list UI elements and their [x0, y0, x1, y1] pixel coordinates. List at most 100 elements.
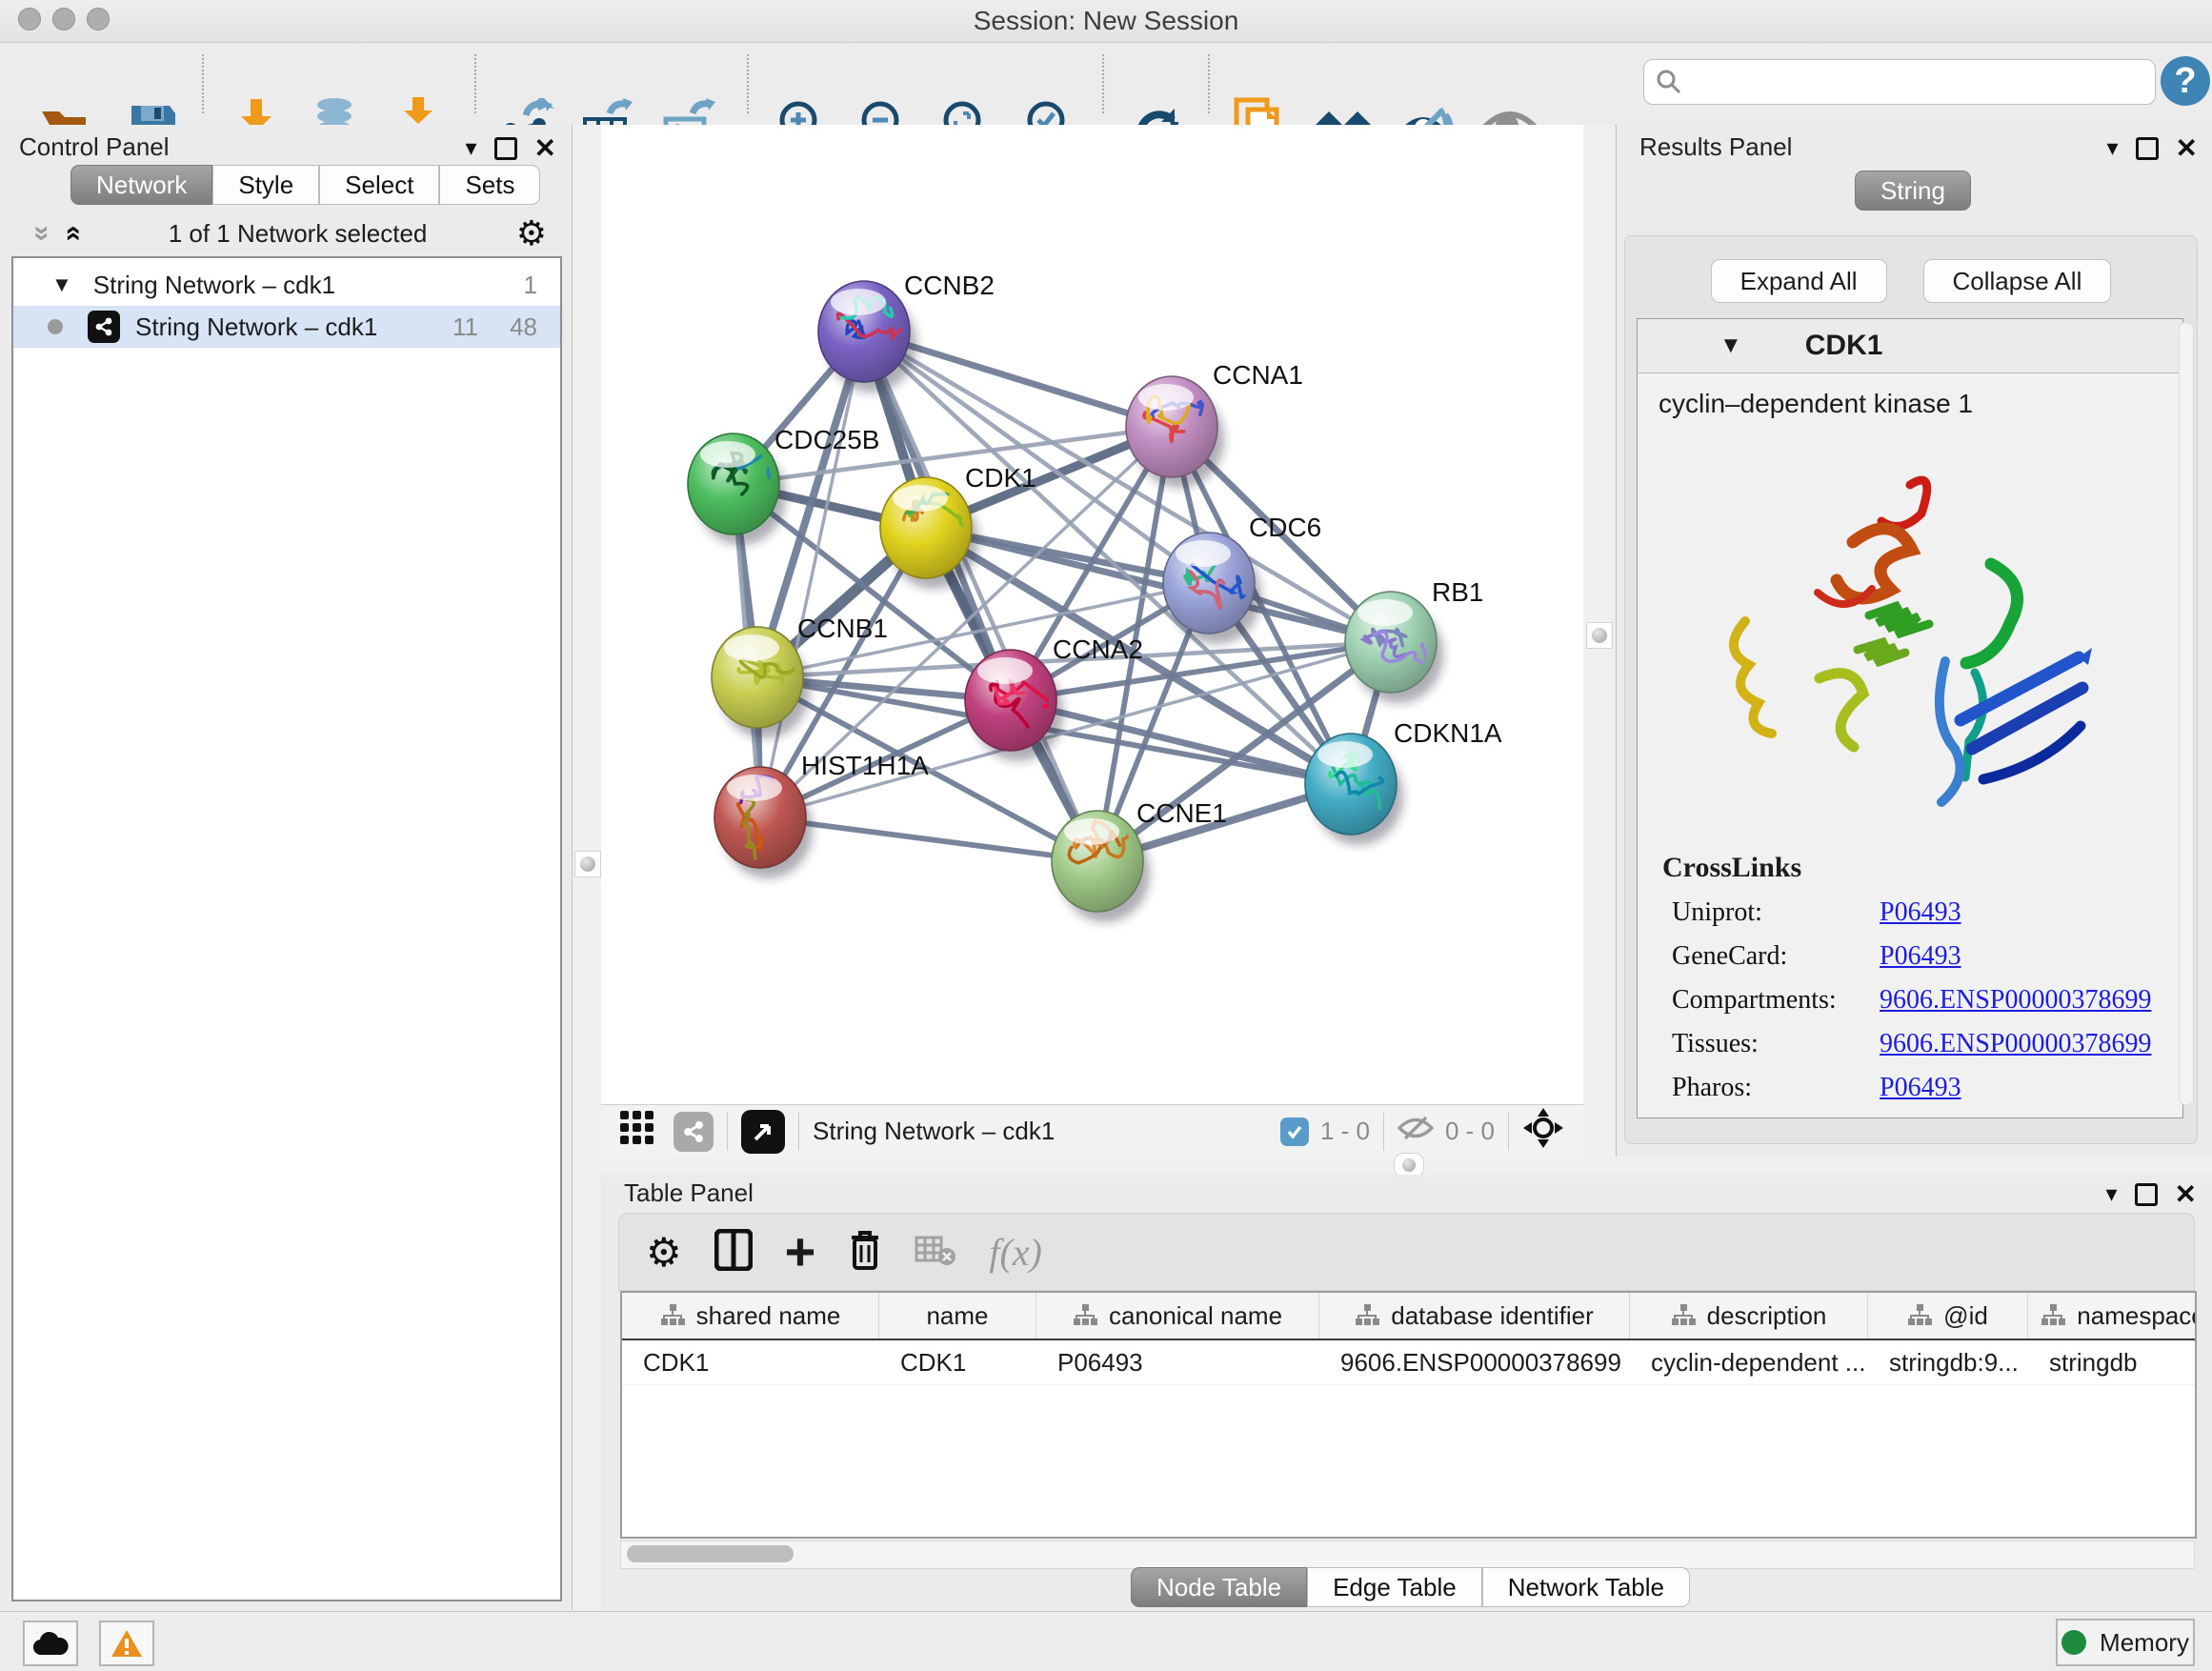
network-node-CCNB2[interactable] — [818, 281, 911, 382]
expand-all-networks-icon[interactable]: » — [55, 226, 88, 242]
right-splitter[interactable] — [1583, 125, 1615, 1157]
add-column-icon[interactable]: + — [785, 1233, 816, 1271]
network-node-CCNA2[interactable] — [965, 650, 1056, 751]
tab-network[interactable]: Network — [70, 165, 212, 205]
network-node-RB1[interactable] — [1345, 592, 1437, 693]
column-header-name[interactable]: name — [879, 1293, 1036, 1339]
column-header-description[interactable]: description — [1630, 1293, 1868, 1339]
node-label-RB1: RB1 — [1432, 577, 1483, 607]
table-options-gear-icon[interactable]: ⚙ — [646, 1229, 682, 1276]
horizontal-splitter[interactable] — [601, 1157, 2212, 1175]
collapse-all-button[interactable]: Collapse All — [1923, 259, 2112, 303]
network-node-CCNE1[interactable] — [1052, 811, 1144, 912]
network-view-mode-icon[interactable] — [674, 1112, 714, 1152]
network-canvas[interactable]: CCNB2CCNA1CDC25BCDK1CDC6RB1CCNB1CCNA2CDK… — [601, 125, 1583, 1104]
crosslink-link[interactable]: 9606.ENSP00000378699 — [1880, 1029, 2151, 1059]
column-header-label: @id — [1943, 1301, 1988, 1331]
tab-select[interactable]: Select — [319, 165, 439, 205]
panel-float-icon[interactable]: ▾ — [2105, 1180, 2117, 1208]
node-label-CDKN1A: CDKN1A — [1394, 718, 1502, 748]
table-cell[interactable]: P06493 — [1036, 1340, 1319, 1384]
delete-column-icon[interactable] — [848, 1228, 882, 1277]
table-cell[interactable]: 9606.ENSP00000378699 — [1319, 1340, 1630, 1384]
tab-style[interactable]: Style — [212, 165, 319, 205]
column-header-shared-name[interactable]: shared name — [622, 1293, 879, 1339]
table-header-row: shared namename canonical name database id… — [622, 1293, 2195, 1340]
tab-node-table[interactable]: Node Table — [1131, 1567, 1307, 1607]
selected-checkbox-icon[interactable] — [1280, 1117, 1309, 1146]
statusbar-separator — [798, 1113, 799, 1151]
shared-column-icon — [1355, 1303, 1379, 1328]
cloud-status-icon[interactable] — [23, 1621, 78, 1666]
table-hscrollbar[interactable] — [620, 1540, 2195, 1569]
main-toolbar: ? — [0, 43, 2212, 126]
table-row[interactable]: CDK1CDK1P064939606.ENSP00000378699cyclin… — [622, 1340, 2195, 1385]
expand-all-button[interactable]: Expand All — [1711, 259, 1887, 303]
table-cell[interactable]: cyclin-dependent ... — [1630, 1340, 1868, 1384]
warning-icon[interactable] — [99, 1621, 154, 1666]
toolbar-separator — [474, 54, 476, 113]
detach-view-icon[interactable] — [741, 1110, 785, 1154]
network-node-CCNB1[interactable] — [712, 627, 804, 728]
network-view-toolbar: String Network – cdk1 1 - 0 0 - 0 — [601, 1104, 1583, 1158]
column-header--id[interactable]: @id — [1868, 1293, 2028, 1339]
crosslink-link[interactable]: 9606.ENSP00000378699 — [1880, 985, 2151, 1016]
left-splitter[interactable] — [573, 125, 601, 1610]
network-node-CCNA1[interactable] — [1126, 376, 1217, 477]
memory-button[interactable]: Memory — [2056, 1619, 2195, 1666]
network-node-HIST1H1A[interactable] — [714, 767, 806, 868]
crosslink-link[interactable]: P06493 — [1880, 941, 1961, 972]
results-scrollbar[interactable] — [2179, 322, 2194, 1105]
toolbar-separator — [747, 54, 749, 113]
node-label-HIST1H1A: HIST1H1A — [801, 751, 929, 780]
titlebar: Session: New Session — [0, 0, 2212, 43]
network-collection-row[interactable]: ▼ String Network – cdk1 1 — [13, 264, 560, 306]
network-options-gear-icon[interactable]: ⚙ — [516, 213, 547, 253]
panel-close-icon[interactable]: ✕ — [2175, 1178, 2197, 1210]
network-node-CDC6[interactable] — [1163, 533, 1255, 634]
panel-close-icon[interactable]: ✕ — [2176, 132, 2198, 164]
birds-eye-toggle-icon[interactable] — [1522, 1107, 1564, 1156]
hidden-eye-icon[interactable] — [1398, 1114, 1434, 1149]
table-toolbar: ⚙ + f(x) — [618, 1213, 2195, 1291]
table-cell[interactable]: CDK1 — [879, 1340, 1036, 1384]
right-splitter-grip[interactable] — [1586, 622, 1613, 649]
panel-maximize-icon[interactable] — [494, 137, 517, 160]
grid-mode-icon[interactable] — [618, 1109, 656, 1154]
network-row-selected[interactable]: String Network – cdk1 11 48 — [13, 306, 560, 348]
function-builder-icon[interactable]: f(x) — [989, 1230, 1042, 1275]
crosslink-link[interactable]: P06493 — [1880, 1073, 1961, 1103]
crosslink-link[interactable]: P06493 — [1880, 897, 1961, 928]
panel-maximize-icon[interactable] — [2136, 137, 2159, 160]
help-icon[interactable]: ? — [2161, 56, 2210, 106]
collection-label: String Network – cdk1 — [93, 271, 335, 300]
delete-table-icon[interactable] — [915, 1234, 956, 1271]
search-input[interactable] — [1692, 67, 2143, 98]
left-splitter-grip[interactable] — [574, 851, 601, 877]
panel-float-icon[interactable]: ▾ — [465, 134, 476, 162]
protein-collapse-icon[interactable]: ▼ — [1719, 332, 1742, 359]
tab-sets[interactable]: Sets — [439, 165, 540, 205]
network-node-CDKN1A[interactable] — [1305, 734, 1397, 835]
panel-close-icon[interactable]: ✕ — [534, 132, 556, 164]
column-header-canonical-name[interactable]: canonical name — [1036, 1293, 1319, 1339]
collection-expand-icon[interactable]: ▼ — [51, 272, 72, 297]
panel-float-icon[interactable]: ▾ — [2106, 134, 2118, 162]
tab-string[interactable]: String — [1855, 171, 1971, 211]
table-cell[interactable]: stringdb — [2028, 1340, 2197, 1384]
column-header-namespace[interactable]: namespace — [2028, 1293, 2197, 1339]
table-cell[interactable]: stringdb:9... — [1868, 1340, 2028, 1384]
node-label-CDC25B: CDC25B — [774, 425, 879, 454]
protein-card: ▼ CDK1 cyclin–dependent kinase 1 — [1637, 318, 2183, 1118]
column-header-database-identifier[interactable]: database identifier — [1319, 1293, 1630, 1339]
column-header-label: canonical name — [1109, 1301, 1282, 1331]
tab-edge-table[interactable]: Edge Table — [1307, 1567, 1482, 1607]
network-node-CDC25B[interactable] — [688, 433, 779, 534]
tab-network-table[interactable]: Network Table — [1482, 1567, 1690, 1607]
collapse-all-networks-icon[interactable]: » — [26, 226, 58, 242]
panel-maximize-icon[interactable] — [2135, 1183, 2158, 1206]
show-columns-icon[interactable] — [714, 1229, 753, 1276]
table-hscrollbar-thumb[interactable] — [627, 1545, 794, 1562]
protein-card-header[interactable]: ▼ CDK1 — [1638, 319, 2182, 373]
table-cell[interactable]: CDK1 — [622, 1340, 879, 1384]
